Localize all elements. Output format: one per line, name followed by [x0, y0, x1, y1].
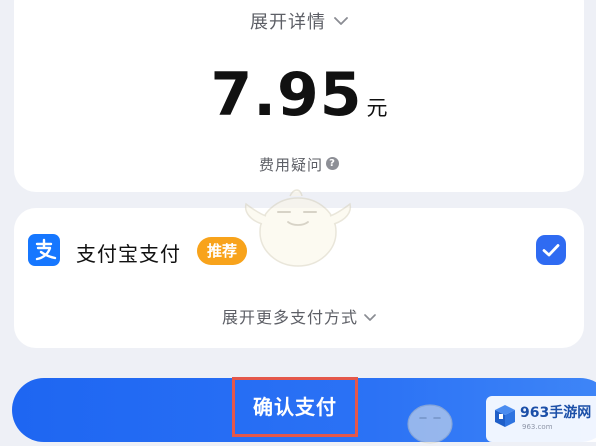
amount-value: 7.95: [210, 60, 363, 130]
more-payment-methods-label: 展开更多支付方式: [221, 308, 358, 327]
expand-details-label: 展开详情: [250, 12, 326, 33]
site-watermark: 963手游网 963.com: [486, 396, 596, 442]
payment-selected-checkbox[interactable]: [536, 235, 566, 265]
cube-logo-icon: [495, 405, 515, 427]
amount-unit: 元: [366, 96, 388, 120]
expand-details-toggle[interactable]: 展开详情: [14, 8, 584, 34]
mascot-small-watermark-icon: [407, 404, 453, 444]
fee-question-label: 费用疑问: [258, 156, 323, 174]
alipay-icon: [28, 234, 60, 266]
check-icon: [542, 244, 560, 257]
payment-method-name[interactable]: 支付宝支付: [76, 238, 181, 267]
mascot-watermark-icon: [244, 189, 352, 267]
site-url: 963.com: [522, 423, 553, 431]
payment-amount: 7.95 元: [14, 60, 584, 130]
more-payment-methods-toggle[interactable]: 展开更多支付方式: [14, 304, 584, 328]
question-circle-icon: ?: [326, 157, 339, 170]
chevron-down-icon: [334, 10, 348, 31]
order-summary-card: 展开详情 7.95 元 费用疑问?: [14, 0, 584, 192]
fee-question-link[interactable]: 费用疑问?: [14, 154, 584, 175]
chevron-down-icon: [364, 307, 376, 326]
site-name: 963手游网: [520, 405, 592, 421]
highlight-box: [232, 377, 358, 437]
